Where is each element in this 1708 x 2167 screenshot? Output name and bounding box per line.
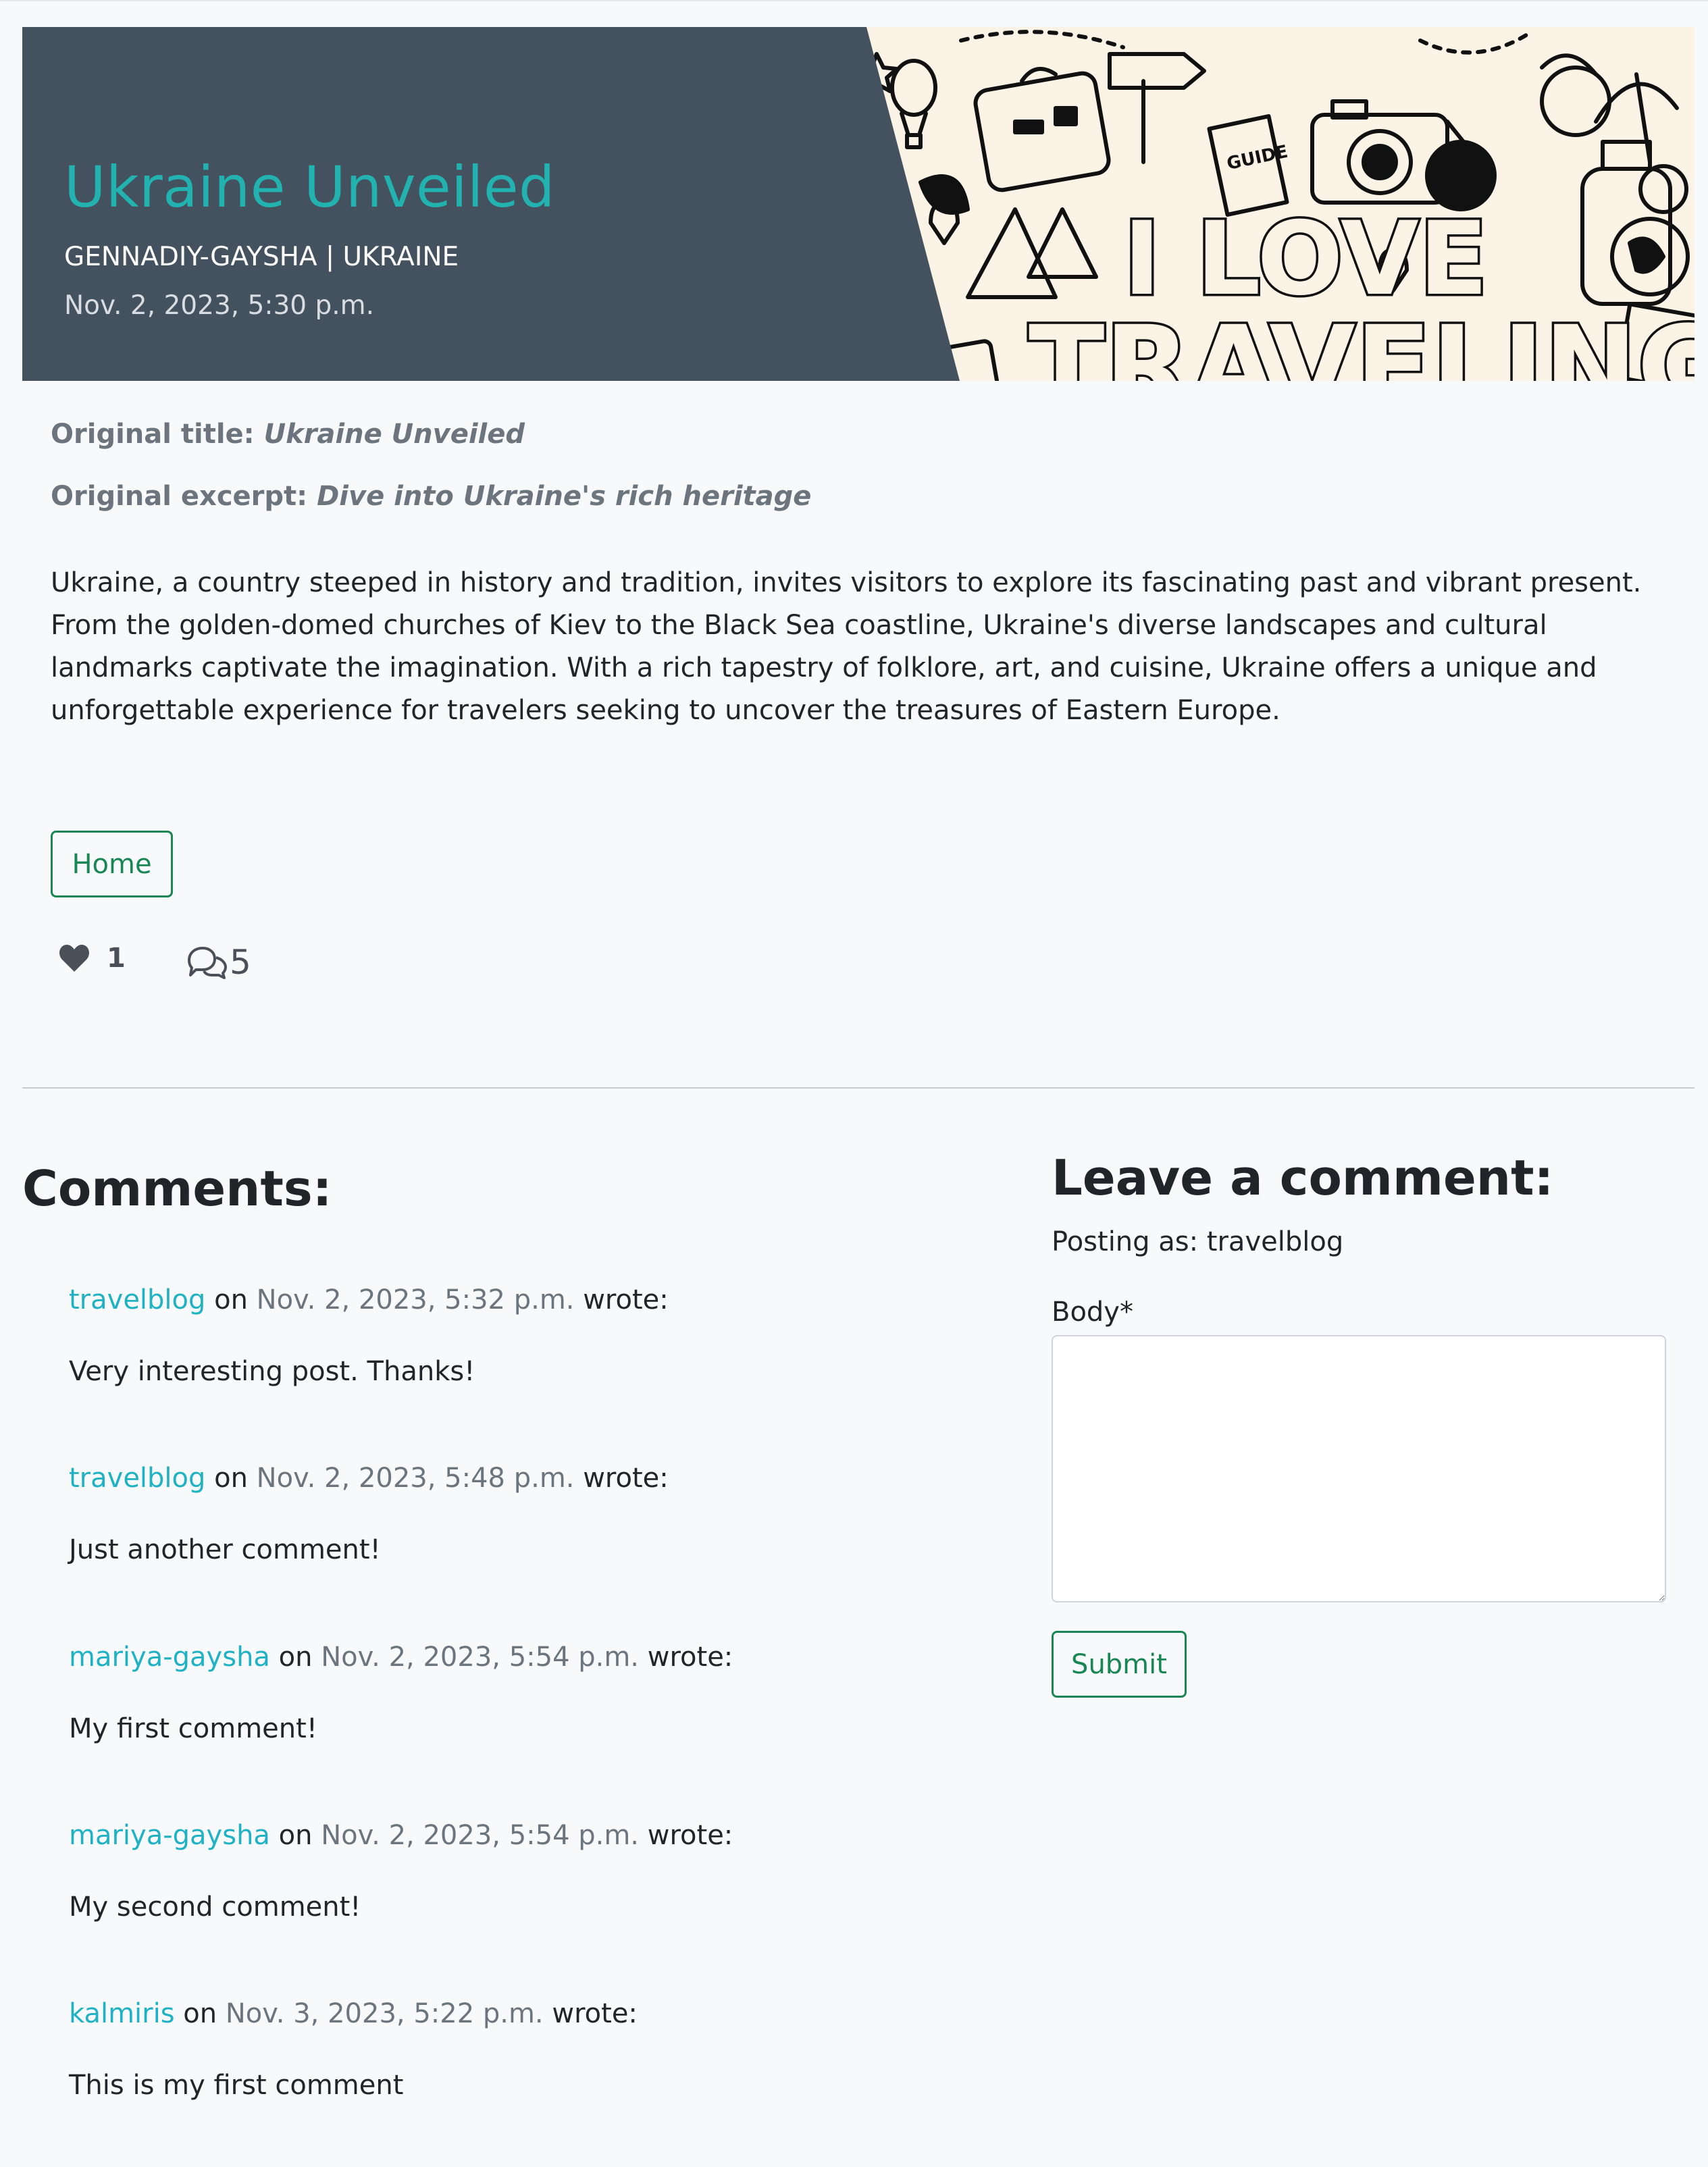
posting-as-text: Posting as: travelblog [1052, 1226, 1344, 1257]
post-title: Ukraine Unveiled [64, 154, 555, 220]
comment-item: mariya-gaysha on Nov. 2, 2023, 5:54 p.m.… [69, 1820, 733, 1923]
comment-item: mariya-gaysha on Nov. 2, 2023, 5:54 p.m.… [69, 1642, 733, 1744]
body-field-label: Body* [1052, 1297, 1133, 1328]
comment-item: travelblog on Nov. 2, 2023, 5:32 p.m. wr… [69, 1284, 669, 1387]
banner-text-line1: I LOVE [1123, 201, 1488, 318]
like-section: 1 [58, 943, 126, 974]
post-content: Ukraine, a country steeped in history an… [51, 567, 1642, 726]
original-excerpt-label: Original excerpt: [51, 481, 308, 512]
heart-icon[interactable] [58, 943, 90, 973]
post-date: Nov. 2, 2023, 5:30 p.m. [64, 290, 375, 321]
comment-on-word: on [183, 1998, 217, 2029]
comment-on-word: on [278, 1820, 313, 1851]
travel-banner-image: I LOVE TRAVELING GUIDE [866, 27, 1694, 381]
comment-wrote-word: wrote: [583, 1284, 669, 1315]
comment-date: Nov. 2, 2023, 5:32 p.m. [256, 1284, 575, 1315]
post-header: I LOVE TRAVELING GUIDE Ukraine Unveiled … [22, 27, 1694, 381]
comment-date: Nov. 2, 2023, 5:48 p.m. [256, 1463, 575, 1494]
comment-item: kalmiris on Nov. 3, 2023, 5:22 p.m. wrot… [69, 1998, 638, 2101]
comment-on-word: on [214, 1284, 248, 1315]
post-author-location: GENNADIY-GAYSHA | UKRAINE [64, 242, 459, 272]
like-count: 1 [107, 943, 126, 974]
comment-body-textarea[interactable] [1052, 1335, 1666, 1602]
comment-count: 5 [230, 943, 251, 982]
comment-body: My first comment! [69, 1713, 317, 1744]
comment-author-link[interactable]: mariya-gaysha [69, 1820, 270, 1851]
comment-body: Very interesting post. Thanks! [69, 1356, 475, 1387]
comment-date: Nov. 2, 2023, 5:54 p.m. [321, 1642, 640, 1673]
original-title-label: Original title: [51, 419, 255, 450]
comment-body: Just another comment! [69, 1534, 381, 1565]
banner-text-line2: TRAVELING [1029, 302, 1694, 381]
comment-wrote-word: wrote: [552, 1998, 638, 2029]
comment-wrote-word: wrote: [647, 1820, 733, 1851]
original-title: Original title: Ukraine Unveiled [51, 419, 525, 450]
leave-comment-heading: Leave a comment: [1052, 1149, 1554, 1206]
comment-item: travelblog on Nov. 2, 2023, 5:48 p.m. wr… [69, 1463, 669, 1565]
comment-author-link[interactable]: mariya-gaysha [69, 1642, 270, 1673]
comment-body: This is my first comment [69, 2070, 404, 2101]
comments-heading: Comments: [22, 1160, 332, 1217]
original-excerpt-value: Dive into Ukraine's rich heritage [317, 481, 812, 512]
comment-wrote-word: wrote: [647, 1642, 733, 1673]
comment-author-link[interactable]: kalmiris [69, 1998, 175, 2029]
comment-body: My second comment! [69, 1891, 361, 1923]
comment-author-link[interactable]: travelblog [69, 1284, 205, 1315]
home-button[interactable]: Home [51, 831, 173, 897]
comment-on-word: on [278, 1642, 313, 1673]
original-excerpt: Original excerpt: Dive into Ukraine's ri… [51, 481, 811, 512]
comment-author-link[interactable]: travelblog [69, 1463, 205, 1494]
comment-wrote-word: wrote: [583, 1463, 669, 1494]
section-divider [22, 1087, 1694, 1089]
comment-count-section: 5 [186, 943, 251, 982]
chat-bubbles-icon [186, 945, 228, 979]
comment-date: Nov. 3, 2023, 5:22 p.m. [225, 1998, 544, 2029]
submit-button[interactable]: Submit [1052, 1631, 1187, 1698]
comment-on-word: on [214, 1463, 248, 1494]
comment-date: Nov. 2, 2023, 5:54 p.m. [321, 1820, 640, 1851]
original-title-value: Ukraine Unveiled [263, 419, 525, 450]
